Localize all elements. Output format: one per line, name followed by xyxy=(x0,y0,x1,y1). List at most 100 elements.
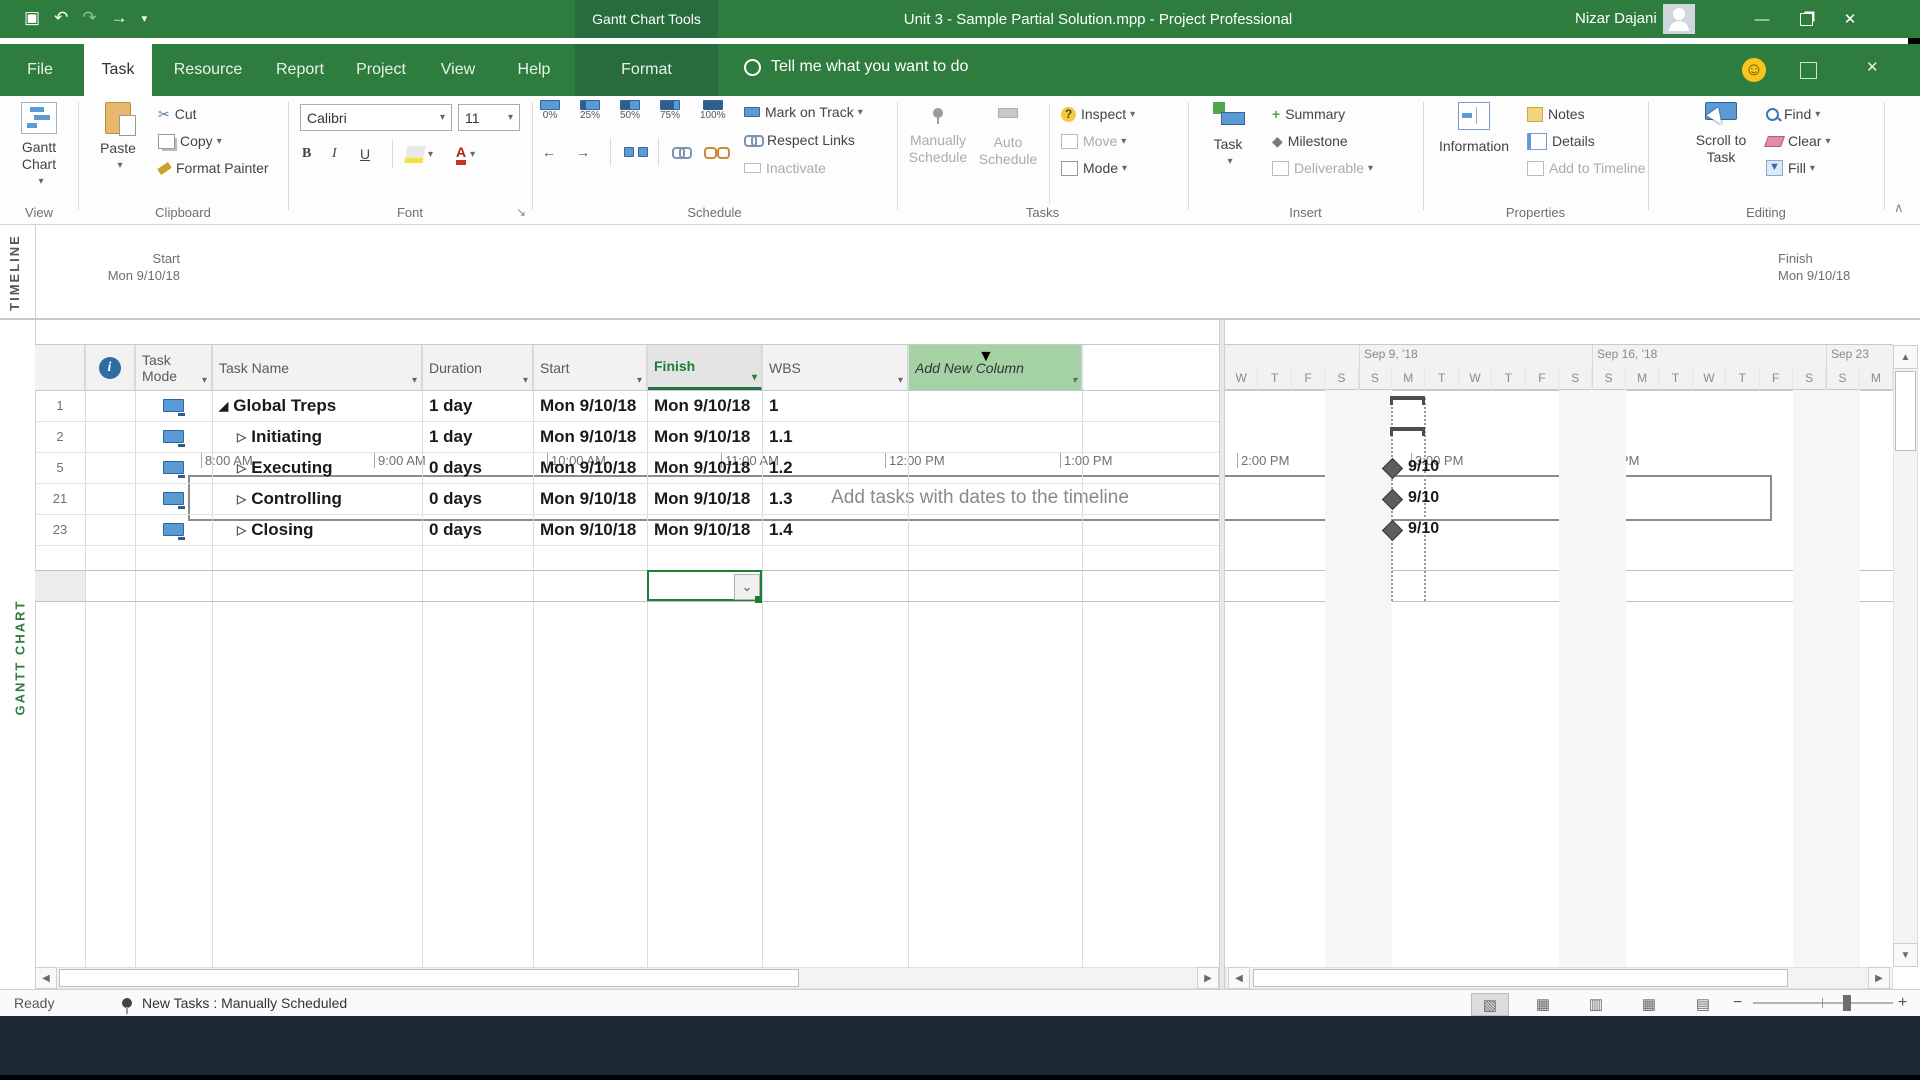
info-column-header[interactable]: i xyxy=(85,345,135,390)
duration-cell[interactable]: 0 days xyxy=(422,514,533,545)
selected-row-header[interactable] xyxy=(35,571,85,601)
paste-button[interactable]: Paste▾ xyxy=(92,102,144,174)
wbs-cell[interactable]: 1.2 xyxy=(762,452,908,483)
task-name-cell[interactable]: ▷ Closing xyxy=(212,514,422,545)
account-name[interactable]: Nizar Dajani xyxy=(1575,10,1657,27)
task-mode-cell[interactable] xyxy=(135,514,212,545)
column-header-finish[interactable]: Finish▾ xyxy=(647,345,762,390)
task-name-cell[interactable]: ▷ Initiating xyxy=(212,421,422,452)
insert-deliverable-button[interactable]: Deliverable▾ xyxy=(1272,156,1373,180)
row-id[interactable]: 21 xyxy=(35,483,85,514)
view-shortcut-team-planner[interactable]: ▥ xyxy=(1578,993,1614,1014)
column-header-start[interactable]: Start▾ xyxy=(533,345,647,390)
view-side-strip[interactable]: GANTT CHART xyxy=(0,320,36,967)
link-tasks-button[interactable] xyxy=(672,140,690,164)
wbs-cell[interactable]: 1.3 xyxy=(762,483,908,514)
row-id[interactable]: 5 xyxy=(35,452,85,483)
mark-on-track-button[interactable]: Mark on Track▾ xyxy=(744,100,863,124)
italic-button[interactable]: I xyxy=(332,142,337,166)
task-name-cell[interactable]: ▷ Controlling xyxy=(212,483,422,514)
finish-cell[interactable]: Mon 9/10/18 xyxy=(647,390,762,421)
pct100-button[interactable]: 100% xyxy=(700,100,726,134)
column-header-task-name[interactable]: Task Name▾ xyxy=(212,345,422,390)
start-cell[interactable]: Mon 9/10/18 xyxy=(533,390,647,421)
task-name-cell[interactable]: ◢ Global Treps xyxy=(212,390,422,421)
collapse-ribbon-icon[interactable]: ∧ xyxy=(1894,200,1904,216)
view-shortcut-report[interactable]: ▤ xyxy=(1685,993,1721,1014)
summary-bar-initiating[interactable] xyxy=(1390,427,1425,436)
tab-task[interactable]: Task xyxy=(84,44,152,96)
view-shortcut-resource-sheet[interactable]: ▦ xyxy=(1631,993,1667,1014)
manually-schedule-button[interactable]: Manually Schedule xyxy=(905,102,971,166)
add-to-timeline-button[interactable]: Add to Timeline xyxy=(1527,156,1646,180)
vertical-scroll-thumb[interactable] xyxy=(1895,371,1916,451)
tab-report[interactable]: Report xyxy=(268,44,332,96)
tab-project[interactable]: Project xyxy=(348,44,414,96)
notes-button[interactable]: Notes xyxy=(1527,102,1585,126)
auto-schedule-button[interactable]: Auto Schedule xyxy=(975,102,1041,168)
minimize-button[interactable]: — xyxy=(1740,0,1784,38)
font-color-button[interactable]: A ▾ xyxy=(456,142,475,166)
column-header-task-mode[interactable]: TaskMode ▾ xyxy=(135,345,212,390)
row-id[interactable]: 2 xyxy=(35,421,85,452)
new-tasks-mode[interactable]: New Tasks : Manually Scheduled xyxy=(142,995,347,1011)
expand-icon[interactable]: ▷ xyxy=(237,461,246,475)
close-button[interactable]: ✕ xyxy=(1828,0,1872,38)
column-header-wbs[interactable]: WBS▾ xyxy=(762,345,908,390)
tab-help[interactable]: Help xyxy=(508,44,560,96)
zoom-in-button[interactable]: + xyxy=(1898,994,1907,1012)
feedback-smiley-icon[interactable]: ☺ xyxy=(1742,58,1766,82)
format-painter-button[interactable]: Format Painter xyxy=(158,156,269,180)
insert-milestone-button[interactable]: ◆ Milestone xyxy=(1272,129,1348,153)
start-cell[interactable]: Mon 9/10/18 xyxy=(533,452,647,483)
gantt-scroll-thumb[interactable] xyxy=(1253,969,1788,987)
finish-cell[interactable]: Mon 9/10/18 xyxy=(647,514,762,545)
task-mode-cell[interactable] xyxy=(135,483,212,514)
wbs-cell[interactable]: 1.4 xyxy=(762,514,908,545)
task-mode-cell[interactable] xyxy=(135,452,212,483)
unlink-tasks-button[interactable] xyxy=(704,140,728,164)
indent-task-button[interactable]: → xyxy=(576,140,590,164)
restore-button[interactable] xyxy=(1784,0,1828,38)
view-shortcut-gantt[interactable]: ▧ xyxy=(1471,993,1509,1016)
row-id[interactable]: 1 xyxy=(35,390,85,421)
bold-button[interactable]: B xyxy=(302,142,311,166)
tab-format[interactable]: Format xyxy=(595,44,698,96)
duration-cell[interactable]: 1 day xyxy=(422,421,533,452)
row-number-header[interactable] xyxy=(35,345,85,390)
cut-button[interactable]: ✂ Cut xyxy=(158,102,197,126)
copy-button[interactable]: Copy▾ xyxy=(158,129,222,153)
mode-button[interactable]: Mode▾ xyxy=(1061,156,1127,180)
outdent-task-button[interactable]: ← xyxy=(542,140,556,164)
move-button[interactable]: Move▾ xyxy=(1061,129,1126,153)
tab-resource[interactable]: Resource xyxy=(168,44,248,96)
start-cell[interactable]: Mon 9/10/18 xyxy=(533,514,647,545)
avatar[interactable] xyxy=(1663,4,1695,34)
table-scroll-thumb[interactable] xyxy=(59,969,799,987)
finish-cell[interactable]: Mon 9/10/18 xyxy=(647,421,762,452)
background-color-button[interactable]: ▾ xyxy=(406,142,433,166)
selected-cell-finish[interactable]: ⌄ xyxy=(647,570,762,601)
tell-me-box[interactable]: Tell me what you want to do xyxy=(744,58,968,76)
pct0-button[interactable]: 0% xyxy=(540,100,560,134)
redo-icon[interactable]: ↷ xyxy=(82,8,96,28)
scroll-up-button[interactable]: ▲ xyxy=(1893,345,1918,369)
row-id[interactable]: 23 xyxy=(35,514,85,545)
expand-icon[interactable]: ▷ xyxy=(237,492,246,506)
underline-button[interactable]: U xyxy=(360,142,370,166)
split-task-button[interactable] xyxy=(624,140,648,164)
undo-icon[interactable]: ↶ xyxy=(54,8,68,28)
view-shortcut-task-usage[interactable]: ▦ xyxy=(1525,993,1561,1014)
wbs-cell[interactable]: 1.1 xyxy=(762,421,908,452)
start-cell[interactable]: Mon 9/10/18 xyxy=(533,483,647,514)
expand-icon[interactable]: ◢ xyxy=(219,399,228,413)
tab-view[interactable]: View xyxy=(430,44,486,96)
ribbon-display-options-icon[interactable] xyxy=(1800,62,1817,79)
tab-file[interactable]: File xyxy=(14,44,66,96)
duration-cell[interactable]: 0 days xyxy=(422,483,533,514)
table-scroll-left-button[interactable]: ◀ xyxy=(35,967,57,989)
pct25-button[interactable]: 25% xyxy=(580,100,600,134)
gantt-chart-view-button[interactable]: Gantt Chart▾ xyxy=(8,102,70,190)
pct75-button[interactable]: 75% xyxy=(660,100,680,134)
details-button[interactable]: Details xyxy=(1527,129,1595,153)
